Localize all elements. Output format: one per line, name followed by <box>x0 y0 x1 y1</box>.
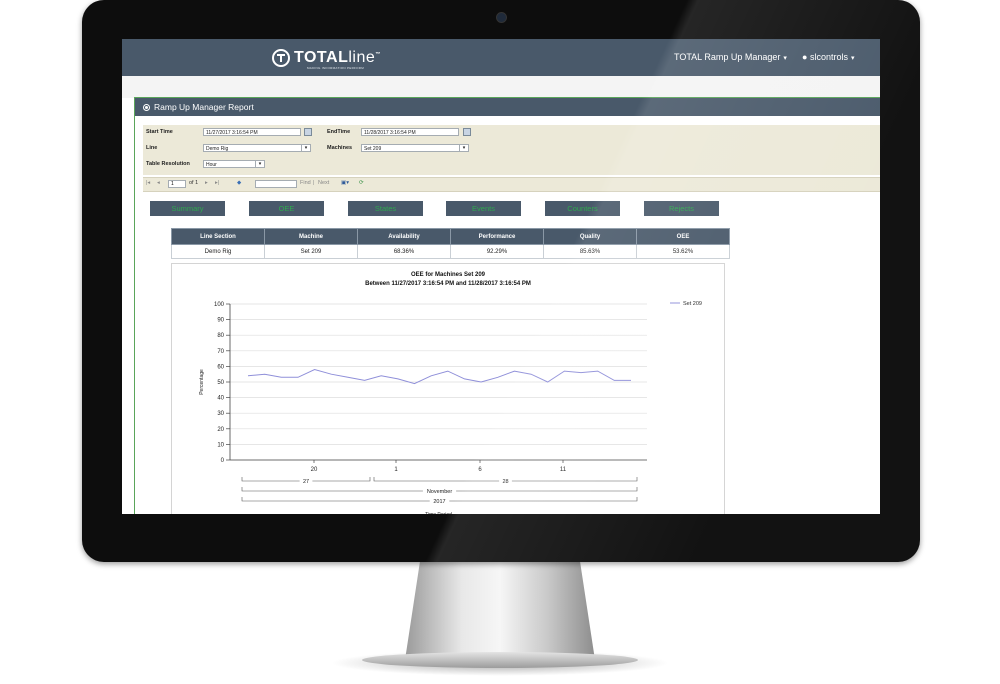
end-calendar-icon[interactable] <box>463 128 471 136</box>
day-27-bracket-label: 27 <box>303 479 309 485</box>
previous-page-icon[interactable]: ◂ <box>157 180 160 186</box>
back-arrow-icon[interactable]: ◆ <box>237 180 241 186</box>
first-page-icon[interactable]: |◂ <box>146 180 150 186</box>
tab-events[interactable]: Events <box>446 201 521 216</box>
oee-chart: OEE for Machines Set 209 Between 11/27/2… <box>171 263 725 514</box>
x-tick-label: 6 <box>478 467 482 473</box>
y-tick-label: 10 <box>217 442 224 448</box>
report-panel: Ramp Up Manager Report Start Time 11/27/… <box>134 97 880 514</box>
start-calendar-icon[interactable] <box>304 128 312 136</box>
column-header-line-section: Line Section <box>171 228 265 245</box>
day-28-bracket-label: 28 <box>502 479 508 485</box>
last-page-icon[interactable]: ▸| <box>215 180 219 186</box>
oee-summary-table: Line Section Machine Availability Perfor… <box>171 228 730 259</box>
totalline-logo[interactable]: TOTALline™ MAKING INFORMATION PERFORM <box>272 47 381 70</box>
table-resolution-select[interactable]: Hour ▾ <box>203 160 265 168</box>
page-background <box>122 76 880 98</box>
year-bracket-label: 2017 <box>433 499 445 505</box>
user-menu[interactable]: ● slcontrols ▾ <box>802 52 854 62</box>
y-tick-label: 30 <box>217 411 224 417</box>
table-row: Demo Rig Set 209 68.36% 92.29% 85.63% 53… <box>171 244 730 259</box>
x-axis-label: Time Period <box>425 512 452 514</box>
panel-header: Ramp Up Manager Report <box>135 98 880 116</box>
column-header-availability: Availability <box>357 228 451 245</box>
report-viewer-toolbar: |◂ ◂ 1 of 1 ▸ ▸| ◆ Find | Next ▣▾ ⟳ <box>143 177 880 192</box>
page-count-label: of 1 <box>189 180 199 186</box>
table-resolution-label: Table Resolution <box>146 161 190 167</box>
ramp-up-manager-menu[interactable]: TOTAL Ramp Up Manager ▾ <box>674 52 787 62</box>
x-tick-label: 20 <box>311 467 318 473</box>
end-time-label: EndTime <box>327 129 351 135</box>
cell-availability: 68.36% <box>357 244 451 259</box>
tab-summary[interactable]: Summary <box>150 201 225 216</box>
top-navbar: TOTALline™ MAKING INFORMATION PERFORM TO… <box>122 39 880 76</box>
x-tick-label: 11 <box>560 467 567 473</box>
cell-performance: 92.29% <box>450 244 544 259</box>
start-time-input[interactable]: 11/27/2017 3:16:54 PM <box>203 128 301 136</box>
column-header-quality: Quality <box>543 228 637 245</box>
column-header-performance: Performance <box>450 228 544 245</box>
y-tick-label: 0 <box>221 458 225 464</box>
y-axis-label: Percentage <box>199 369 205 395</box>
machines-label: Machines <box>327 145 353 151</box>
tab-oee[interactable]: OEE <box>249 201 324 216</box>
user-icon: ● <box>802 52 808 62</box>
chevron-down-icon: ▾ <box>301 145 310 151</box>
line-label: Line <box>146 145 158 151</box>
machines-select[interactable]: Set 209 ▾ <box>361 144 469 152</box>
y-tick-label: 40 <box>217 396 224 402</box>
y-tick-label: 50 <box>217 380 224 386</box>
y-tick-label: 80 <box>217 333 224 339</box>
monitor-stand <box>405 560 595 660</box>
caret-down-icon: ▾ <box>850 55 855 62</box>
monitor-bezel: TOTALline™ MAKING INFORMATION PERFORM TO… <box>82 0 920 562</box>
find-text-input[interactable] <box>255 180 297 188</box>
y-tick-label: 90 <box>217 318 224 324</box>
y-tick-label: 70 <box>217 349 224 355</box>
line-select[interactable]: Demo Rig ▾ <box>203 144 311 152</box>
screen: TOTALline™ MAKING INFORMATION PERFORM TO… <box>122 39 880 514</box>
tab-rejects[interactable]: Rejects <box>644 201 719 216</box>
report-parameters: Start Time 11/27/2017 3:16:54 PM EndTime… <box>143 125 880 175</box>
logo-t-icon <box>272 49 290 67</box>
series-line-set-209 <box>247 368 631 385</box>
toolbar-separator: | <box>313 180 315 186</box>
column-header-oee: OEE <box>636 228 730 245</box>
month-bracket-label: November <box>427 489 453 495</box>
caret-down-icon: ▾ <box>783 55 787 62</box>
chart-plot-area: 0 10 20 30 40 50 60 70 80 90 100 Percentage 20 1 6 11 27… <box>199 301 702 514</box>
tab-states[interactable]: States <box>348 201 423 216</box>
webcam-icon <box>496 12 507 23</box>
y-tick-label: 20 <box>217 427 224 433</box>
cell-oee: 53.62% <box>636 244 730 259</box>
next-link[interactable]: Next <box>318 180 329 186</box>
export-save-icon[interactable]: ▣▾ <box>341 180 349 186</box>
chevron-down-icon: ▾ <box>459 145 468 151</box>
table-header-row: Line Section Machine Availability Perfor… <box>171 228 730 245</box>
cell-quality: 85.63% <box>543 244 637 259</box>
logo-text: TOTALline™ <box>294 49 381 66</box>
column-header-machine: Machine <box>264 228 358 245</box>
tab-counters[interactable]: Counters <box>545 201 620 216</box>
find-link[interactable]: Find <box>300 180 311 186</box>
x-tick-label: 1 <box>394 467 398 473</box>
logo-tagline: MAKING INFORMATION PERFORM <box>307 66 365 70</box>
cell-machine: Set 209 <box>264 244 358 259</box>
refresh-icon[interactable]: ⟳ <box>359 180 364 186</box>
collapse-circle-icon[interactable] <box>143 103 150 111</box>
chevron-down-icon: ▾ <box>255 161 264 167</box>
y-tick-label: 100 <box>214 302 225 308</box>
cell-line-section: Demo Rig <box>171 244 265 259</box>
end-time-input[interactable]: 11/28/2017 3:16:54 PM <box>361 128 459 136</box>
start-time-label: Start Time <box>146 129 173 135</box>
y-tick-label: 60 <box>217 364 224 370</box>
legend-entry: Set 209 <box>683 301 702 307</box>
monitor-stand-base <box>362 652 638 668</box>
next-page-icon[interactable]: ▸ <box>205 180 208 186</box>
panel-title: Ramp Up Manager Report <box>154 102 254 112</box>
page-number-input[interactable]: 1 <box>168 180 186 188</box>
